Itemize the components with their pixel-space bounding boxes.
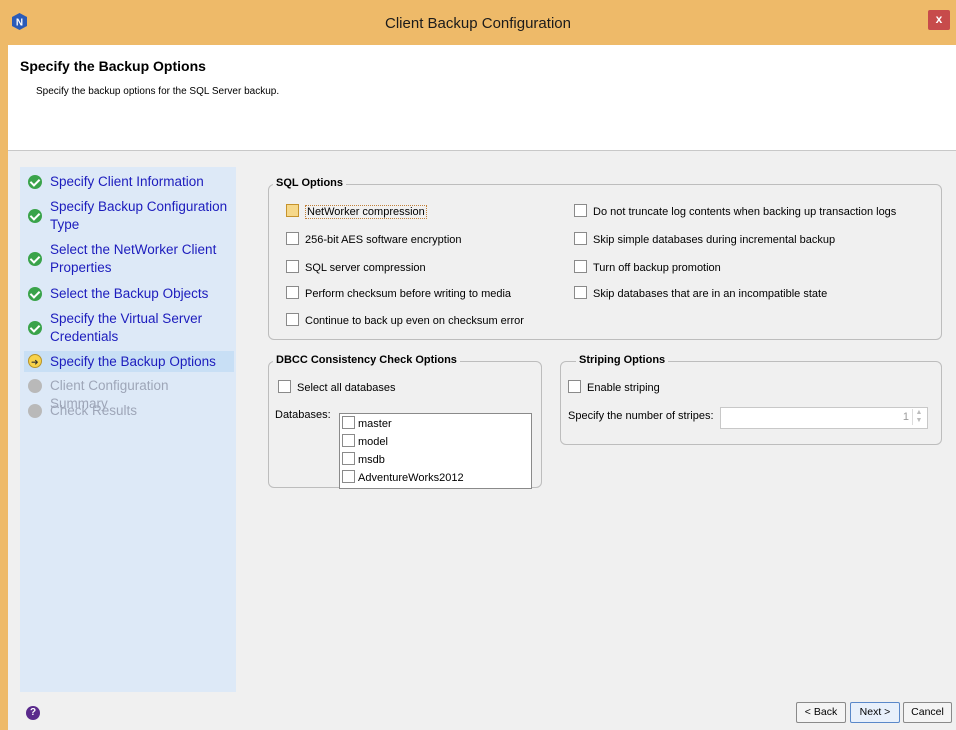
checkbox-box [286, 313, 299, 326]
help-icon[interactable]: ? [26, 706, 40, 720]
checkbox-box [286, 232, 299, 245]
check-icon [28, 321, 42, 335]
checkbox-label: Enable striping [587, 382, 660, 394]
window-frame [0, 45, 8, 730]
step-label: Check Results [50, 403, 138, 418]
check-icon [28, 209, 42, 223]
stripes-count-spinner[interactable]: 1 ▲ ▼ [720, 407, 928, 429]
window-title: Client Backup Configuration [385, 15, 571, 32]
continue-on-checksum-error-checkbox[interactable]: Continue to back up even on checksum err… [286, 313, 524, 328]
checkbox-box [278, 380, 291, 393]
checkbox-label: Do not truncate log contents when backin… [593, 206, 897, 218]
striping-options-legend: Striping Options [576, 354, 669, 366]
step-client-properties[interactable]: Select the NetWorker Client Properties [24, 241, 234, 277]
stripes-count-value: 1 [902, 411, 909, 423]
checkbox-label: NetWorker compression [305, 205, 427, 219]
checksum-before-writing-checkbox[interactable]: Perform checksum before writing to media [286, 286, 511, 301]
next-button[interactable]: Next > [850, 702, 900, 723]
checkbox-label: Skip databases that are in an incompatib… [593, 288, 828, 300]
checkbox-box [342, 416, 355, 429]
skip-incompatible-databases-checkbox[interactable]: Skip databases that are in an incompatib… [574, 286, 827, 301]
stripes-count-label: Specify the number of stripes: [568, 410, 714, 422]
page-header: Specify the Backup Options Specify the b… [8, 45, 956, 151]
database-item-msdb[interactable]: msdb [342, 452, 385, 467]
close-button[interactable]: x [928, 10, 950, 30]
databases-list[interactable]: master model msdb AdventureWorks2012 [339, 413, 532, 489]
arrow-right-icon [28, 353, 42, 371]
dbcc-options-legend: DBCC Consistency Check Options [273, 354, 460, 366]
checkbox-box [342, 452, 355, 465]
checkbox-label: Turn off backup promotion [593, 262, 721, 274]
database-item-master[interactable]: master [342, 416, 392, 431]
wizard-steps-sidebar: Specify Client Information Specify Backu… [20, 167, 236, 692]
checkbox-label: Perform checksum before writing to media [305, 288, 512, 300]
title-bar: N Client Backup Configuration x [0, 0, 956, 45]
checkbox-label: 256-bit AES software encryption [305, 234, 462, 246]
database-name: master [358, 418, 392, 430]
step-backup-options[interactable]: Specify the Backup Options [24, 351, 234, 372]
checkbox-box [574, 232, 587, 245]
sql-server-compression-checkbox[interactable]: SQL server compression [286, 260, 426, 275]
check-icon [28, 252, 42, 266]
checkbox-box [574, 204, 587, 217]
striping-options-group: Striping Options Enable striping Specify… [560, 354, 942, 445]
checkbox-box [342, 434, 355, 447]
database-item-model[interactable]: model [342, 434, 388, 449]
step-label: Select the Backup Objects [50, 286, 209, 301]
step-label: Specify the Virtual Server Credentials [50, 311, 203, 344]
step-virtual-server-credentials[interactable]: Specify the Virtual Server Credentials [24, 310, 234, 346]
check-icon [28, 175, 42, 189]
step-label: Specify the Backup Options [50, 354, 216, 369]
turn-off-backup-promotion-checkbox[interactable]: Turn off backup promotion [574, 260, 721, 275]
checkbox-box [286, 286, 299, 299]
checkbox-box [286, 204, 299, 217]
aes-encryption-checkbox[interactable]: 256-bit AES software encryption [286, 232, 462, 247]
checkbox-box [286, 260, 299, 273]
do-not-truncate-log-checkbox[interactable]: Do not truncate log contents when backin… [574, 204, 896, 219]
select-all-databases-checkbox[interactable]: Select all databases [278, 380, 395, 395]
spinner-arrows-icon[interactable]: ▲ ▼ [912, 409, 925, 425]
checkbox-label: Select all databases [297, 382, 396, 394]
checkbox-box [342, 470, 355, 483]
database-name: msdb [358, 454, 385, 466]
checkbox-box [574, 260, 587, 273]
page-title: Specify the Backup Options [20, 58, 206, 74]
cancel-button[interactable]: Cancel [903, 702, 952, 723]
back-button[interactable]: < Back [796, 702, 846, 723]
pending-icon [28, 379, 42, 393]
checkbox-label: Continue to back up even on checksum err… [305, 315, 524, 327]
pending-icon [28, 404, 42, 418]
checkbox-box [568, 380, 581, 393]
step-label: Specify Client Information [50, 174, 204, 189]
dbcc-options-group: DBCC Consistency Check Options Select al… [268, 354, 542, 489]
skip-simple-databases-checkbox[interactable]: Skip simple databases during incremental… [574, 232, 835, 247]
step-backup-configuration-type[interactable]: Specify Backup Configuration Type [24, 198, 234, 234]
step-label: Select the NetWorker Client Properties [50, 242, 217, 275]
check-icon [28, 287, 42, 301]
step-label: Specify Backup Configuration Type [50, 199, 228, 232]
sql-options-group: SQL Options NetWorker compression 256-bi… [268, 177, 942, 340]
database-item-adventureworks2012[interactable]: AdventureWorks2012 [342, 470, 464, 485]
database-name: AdventureWorks2012 [358, 472, 464, 484]
database-name: model [358, 436, 388, 448]
networker-compression-checkbox[interactable]: NetWorker compression [286, 204, 427, 219]
sql-options-legend: SQL Options [273, 177, 347, 189]
checkbox-label: Skip simple databases during incremental… [593, 234, 836, 246]
checkbox-label: SQL server compression [305, 262, 426, 274]
page-subtitle: Specify the backup options for the SQL S… [36, 86, 280, 97]
databases-label: Databases: [275, 409, 331, 421]
enable-striping-checkbox[interactable]: Enable striping [568, 380, 660, 395]
checkbox-box [574, 286, 587, 299]
